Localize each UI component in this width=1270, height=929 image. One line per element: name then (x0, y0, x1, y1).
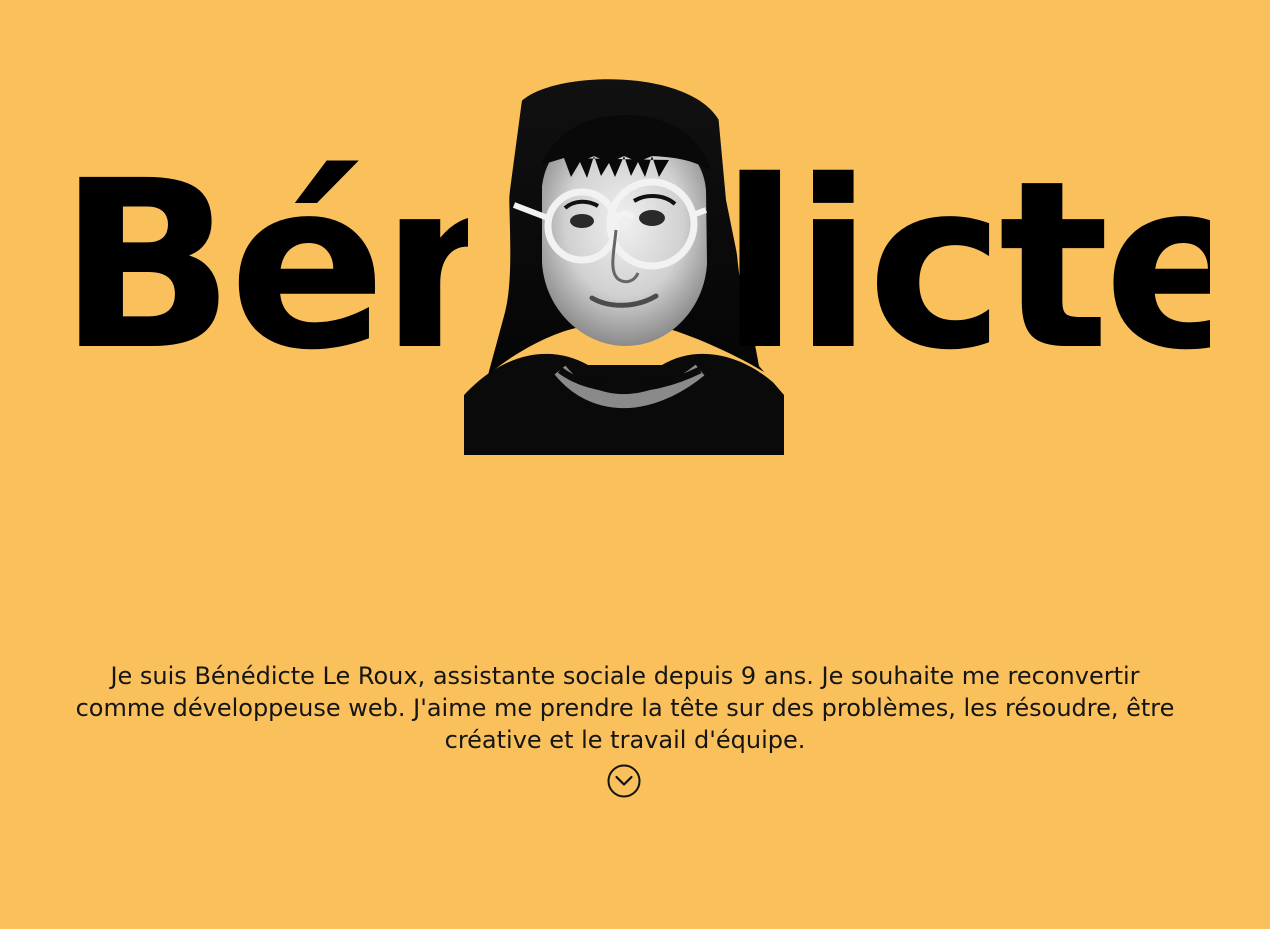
scroll-down-button[interactable] (606, 763, 642, 799)
hero-name-left: Bén (58, 150, 468, 382)
hero: Bén licte (0, 0, 1270, 470)
chevron-down-circle-icon (607, 764, 641, 798)
bio-text: Je suis Bénédicte Le Roux, assistante so… (75, 662, 1175, 754)
hero-name-right: licte (720, 150, 1210, 382)
